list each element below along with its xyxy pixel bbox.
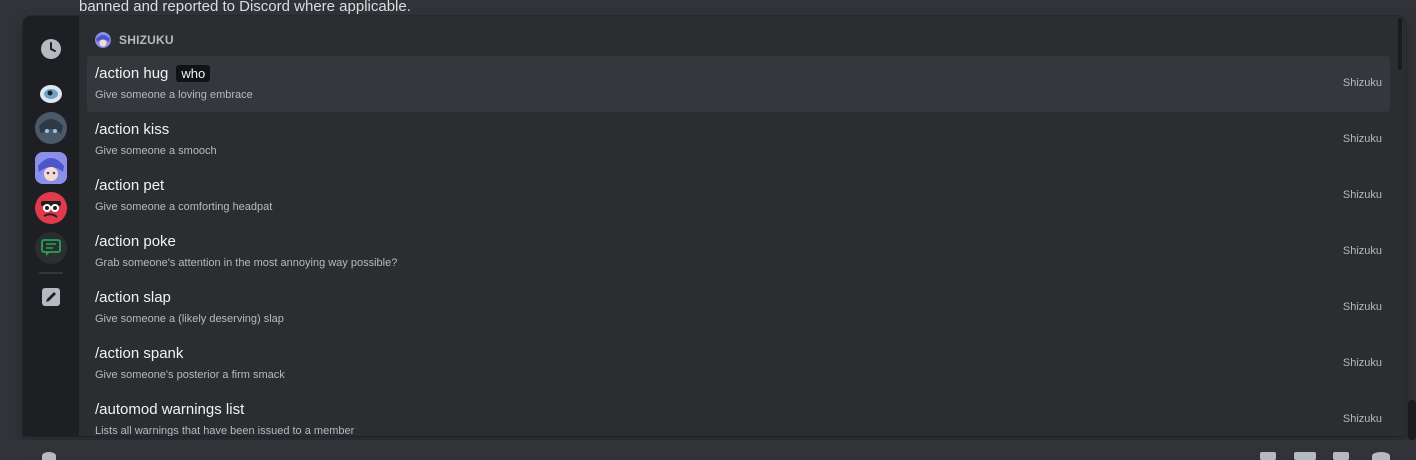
emoji-icon[interactable] [1372,452,1390,460]
command-description: Give someone a (likely deserving) slap [95,313,284,325]
command-row[interactable]: /action hug who Give someone a loving em… [87,56,1390,112]
sticker-icon[interactable] [1333,452,1349,460]
command-source: Shizuku [1342,245,1382,257]
command-name: /action slap [95,289,171,306]
command-name: /action hug [95,65,169,82]
command-description: Give someone a loving embrace [95,89,253,101]
page-scrollbar[interactable] [1408,400,1416,440]
command-source: Shizuku [1342,77,1382,89]
edit-icon[interactable] [35,281,67,313]
section-header: SHIZUKU [95,32,174,48]
app-rail [23,16,79,436]
command-source: Shizuku [1342,189,1382,201]
popup-scrollbar[interactable] [1398,18,1402,70]
command-name: /action pet [95,177,165,194]
command-option-chip: who [176,65,211,82]
command-autocomplete-popup: SHIZUKU /action hug who Give someone a l… [23,16,1406,436]
command-source: Shizuku [1342,413,1382,425]
command-row[interactable]: /action pet Give someone a comforting he… [87,168,1390,224]
background-message-text: banned and reported to Discord where app… [79,0,411,15]
command-source: Shizuku [1342,301,1382,313]
command-description: Give someone's posterior a firm smack [95,369,285,381]
rail-separator [39,272,63,274]
chat-icon[interactable] [35,232,67,264]
command-description: Give someone a smooch [95,145,217,157]
command-name: /automod warnings list [95,401,245,418]
app-avatar-3[interactable] [35,192,67,224]
command-row[interactable]: /action kiss Give someone a smooch Shizu… [87,112,1390,168]
command-row[interactable]: /action spank Give someone's posterior a… [87,336,1390,392]
command-name: /action poke [95,233,176,250]
command-name: /action kiss [95,121,170,138]
command-description: Lists all warnings that have been issued… [95,425,355,436]
app-avatar-shizuku[interactable] [35,152,67,184]
add-attachment-icon[interactable] [42,452,56,460]
command-source: Shizuku [1342,357,1382,369]
app-avatar-2[interactable] [35,112,67,144]
command-row[interactable]: /automod warnings list Lists all warning… [87,392,1390,436]
command-description: Grab someone's attention in the most ann… [95,257,398,269]
section-title: SHIZUKU [119,33,174,47]
app-logo-1[interactable] [35,78,67,110]
recent-icon[interactable] [35,33,67,65]
section-avatar [95,32,111,48]
command-description: Give someone a comforting headpat [95,201,273,213]
gif-icon[interactable] [1294,452,1316,460]
gift-icon[interactable] [1260,452,1276,460]
command-source: Shizuku [1342,133,1382,145]
command-name: /action spank [95,345,184,362]
command-row[interactable]: /action poke Grab someone's attention in… [87,224,1390,280]
command-row[interactable]: /action slap Give someone a (likely dese… [87,280,1390,336]
message-composer-edge [0,440,1416,458]
command-list: /action hug who Give someone a loving em… [87,56,1390,436]
